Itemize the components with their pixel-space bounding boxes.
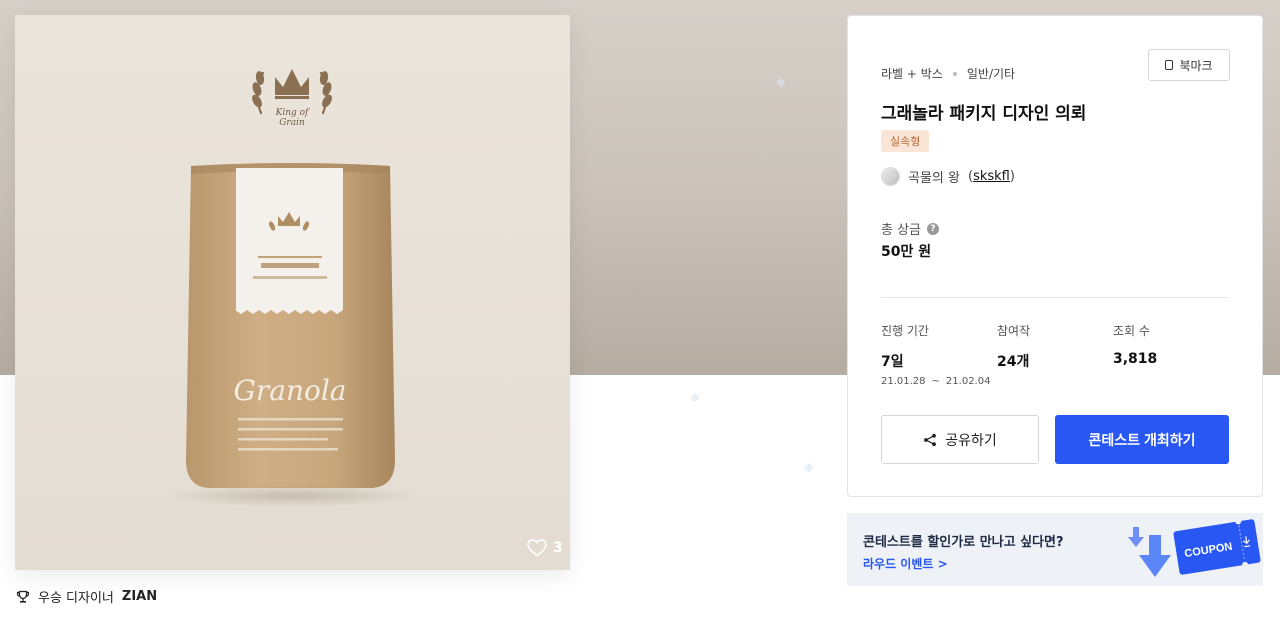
plan-badge: 실속형 [881,130,930,152]
down-arrow-icon [1128,527,1171,577]
category-sub[interactable]: 일반/기타 [967,65,1015,82]
contest-author[interactable]: 곡물의 왕 (skskfl) [881,167,1015,186]
granola-bag-illustration: Granola [186,163,395,488]
banner-title: 콘테스트를 할인가로 만나고 싶다면? [863,535,1064,550]
contest-title: 그래놀라 패키지 디자인 의뢰 [881,104,1087,124]
stat-period-value: 7일 [881,354,904,370]
category-breadcrumb: 라벨 + 박스 일반/기타 [881,65,1015,82]
period-separator: ~ [931,376,940,387]
author-id-wrap: (skskfl) [967,169,1015,184]
share-icon [924,433,937,446]
heart-outline-icon [527,539,547,557]
stat-period: 진행 기간 7일 21.01.28 ~ 21.02.04 [881,322,990,387]
sparkle-icon: ❄ [804,461,815,475]
stat-views-value: 3,818 [1113,351,1158,367]
author-id[interactable]: skskfl [973,169,1010,184]
like-count: 3 [553,540,563,556]
coupon-event-banner[interactable]: 콘테스트를 할인가로 만나고 싶다면? 라우드 이벤트 > COUPON [847,513,1263,586]
king-of-grain-logo: King of Grain [252,69,332,128]
prize-label-text: 총 상금 [881,223,922,238]
contest-winning-image[interactable]: King of Grain Granola 3 [15,15,570,570]
stat-views: 조회 수 3,818 [1113,322,1157,367]
coupon-icon: COUPON [1173,518,1261,575]
prize-value: 50만 원 [881,244,932,260]
bookmark-label: 북마크 [1179,58,1213,73]
bookmark-icon [1165,60,1174,70]
svg-text:King of: King of [275,108,310,118]
category-main[interactable]: 라벨 + 박스 [881,65,943,82]
stat-period-label: 진행 기간 [881,324,929,338]
host-contest-button[interactable]: 콘테스트 개최하기 [1055,415,1229,464]
stat-entries-label: 참여작 [997,324,1031,338]
separator-dot [952,71,957,76]
share-button[interactable]: 공유하기 [881,415,1039,464]
winner-name[interactable]: ZIAN [122,589,157,604]
stat-period-dates: 21.01.28 ~ 21.02.04 [881,376,990,387]
winner-designer: 우승 디자이너 ZIAN [16,587,157,606]
winner-label: 우승 디자이너 [38,591,114,606]
svg-text:Grain: Grain [279,118,305,128]
share-label: 공유하기 [945,431,997,448]
svg-text:Granola: Granola [234,374,347,407]
stat-entries: 참여작 24개 [997,322,1030,371]
stat-entries-value: 24개 [997,354,1030,370]
author-name: 곡물의 왕 [908,171,960,186]
contest-info-panel: 라벨 + 박스 일반/기타 북마크 그래놀라 패키지 디자인 의뢰 실속형 곡물… [847,15,1263,497]
period-end: 21.02.04 [945,376,991,387]
help-icon[interactable]: ? [927,222,940,235]
bag-shadow [165,485,420,507]
divider [881,297,1229,298]
bookmark-button[interactable]: 북마크 [1148,49,1230,81]
period-start: 21.01.28 [881,376,926,387]
sparkle-icon: ❄ [690,391,701,405]
avatar [881,167,900,186]
banner-event-link[interactable]: 라우드 이벤트 > [863,555,948,572]
stat-views-label: 조회 수 [1113,324,1150,338]
sparkle-icon: ❄ [776,76,787,90]
prize-label: 총 상금 ? [881,219,940,238]
like-button[interactable]: 3 [527,539,563,557]
trophy-icon [16,590,30,603]
